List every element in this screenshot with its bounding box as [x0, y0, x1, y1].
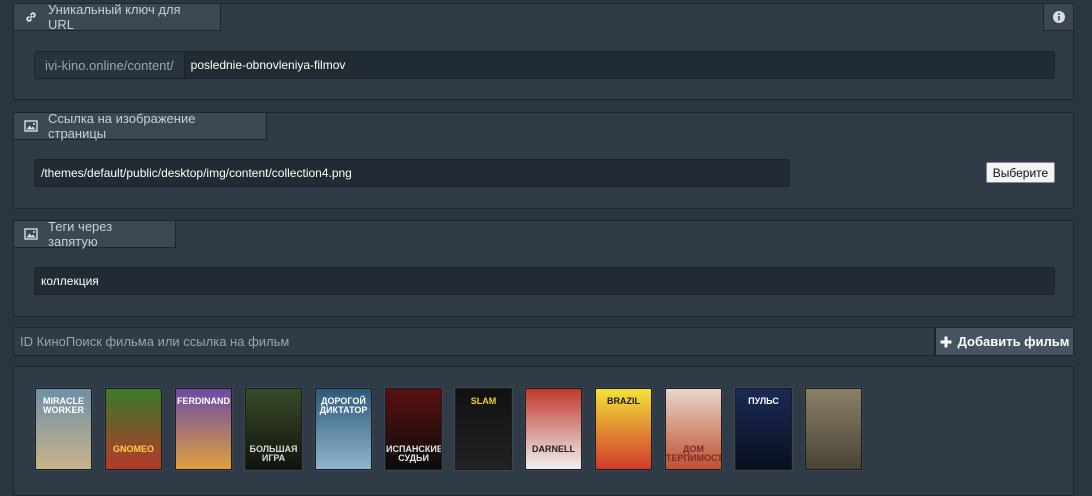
film-search-placeholder: ID КиноПоиск фильма или ссылка на фильм	[20, 334, 290, 349]
film-poster[interactable]: GNOMEO	[105, 388, 162, 470]
film-poster[interactable]: BRAZIL	[595, 388, 652, 470]
film-title: MIRACLE WORKER	[43, 396, 84, 415]
film-poster[interactable]: ПУЛЬС	[735, 388, 792, 470]
film-search-input[interactable]: ID КиноПоиск фильма или ссылка на фильм	[13, 327, 935, 356]
tags-input[interactable]: коллекция	[34, 267, 1055, 295]
image-icon	[24, 227, 38, 241]
film-title: GNOMEO	[112, 444, 154, 454]
film-poster[interactable]: ДОРОГОЙ ДИКТАТОР	[315, 388, 372, 470]
url-key-field: ivi-kino.online/content/ poslednie-obnov…	[34, 51, 1055, 79]
film-poster[interactable]: ДОМ ТЕРПИМОСТИ	[665, 388, 722, 470]
film-poster[interactable]	[805, 388, 862, 470]
image-icon	[24, 119, 38, 133]
film-title: SLAM	[470, 396, 497, 406]
film-title: BRAZIL	[607, 396, 640, 406]
image-link-value: /themes/default/public/desktop/img/conte…	[41, 166, 352, 180]
film-poster[interactable]: DARNELL	[525, 388, 582, 470]
tags-tab-label: Теги через запятую	[48, 219, 113, 249]
tags-tab: Теги через запятую	[14, 219, 176, 249]
film-poster[interactable]: SLAM	[455, 388, 512, 470]
film-title: ДОРОГОЙ ДИКТАТОР	[319, 396, 368, 415]
film-title: БОЛЬШАЯ ИГРА	[249, 444, 298, 463]
url-key-input[interactable]: poslednie-obnovleniya-filmov	[185, 58, 346, 72]
info-button[interactable]	[1043, 4, 1073, 31]
film-title: ПУЛЬС	[748, 396, 779, 406]
film-poster[interactable]: MIRACLE WORKER	[35, 388, 92, 470]
image-link-input[interactable]: /themes/default/public/desktop/img/conte…	[34, 159, 790, 187]
url-key-tab: Уникальный ключ для URL	[14, 2, 221, 32]
choose-file-button[interactable]: Выберите	[986, 162, 1055, 183]
film-poster[interactable]: БОЛЬШАЯ ИГРА	[245, 388, 302, 470]
film-list: MIRACLE WORKER GNOMEO FERDINAND БОЛЬШАЯ ИГР…	[13, 366, 1074, 496]
info-icon	[1052, 10, 1066, 24]
url-key-tab-label: Уникальный ключ для URL	[48, 2, 181, 32]
add-film-label: Добавить фильм	[957, 334, 1070, 349]
link-icon	[24, 10, 38, 24]
film-title: DARNELL	[532, 444, 575, 454]
add-film-button[interactable]: Добавить фильм	[935, 327, 1074, 356]
film-poster[interactable]: ИСПАНСКИЕ СУДЬИ	[385, 388, 442, 470]
url-prefix: ivi-kino.online/content/	[35, 52, 185, 78]
film-title: ИСПАНСКИЕ СУДЬИ	[386, 444, 442, 463]
image-link-tab-label: Ссылка на изображение страницы	[48, 111, 196, 141]
film-title: FERDINAND	[177, 396, 230, 406]
film-title: ДОМ ТЕРПИМОСТИ	[666, 444, 721, 463]
tags-value: коллекция	[41, 274, 99, 288]
film-poster[interactable]: FERDINAND	[175, 388, 232, 470]
url-key-panel: Уникальный ключ для URL ivi-kino.online/…	[13, 2, 1074, 100]
image-link-tab: Ссылка на изображение страницы	[14, 111, 267, 141]
plus-icon	[940, 336, 952, 348]
tags-panel: Теги через запятую коллекция	[13, 219, 1074, 317]
image-link-panel: Ссылка на изображение страницы /themes/d…	[13, 111, 1074, 209]
